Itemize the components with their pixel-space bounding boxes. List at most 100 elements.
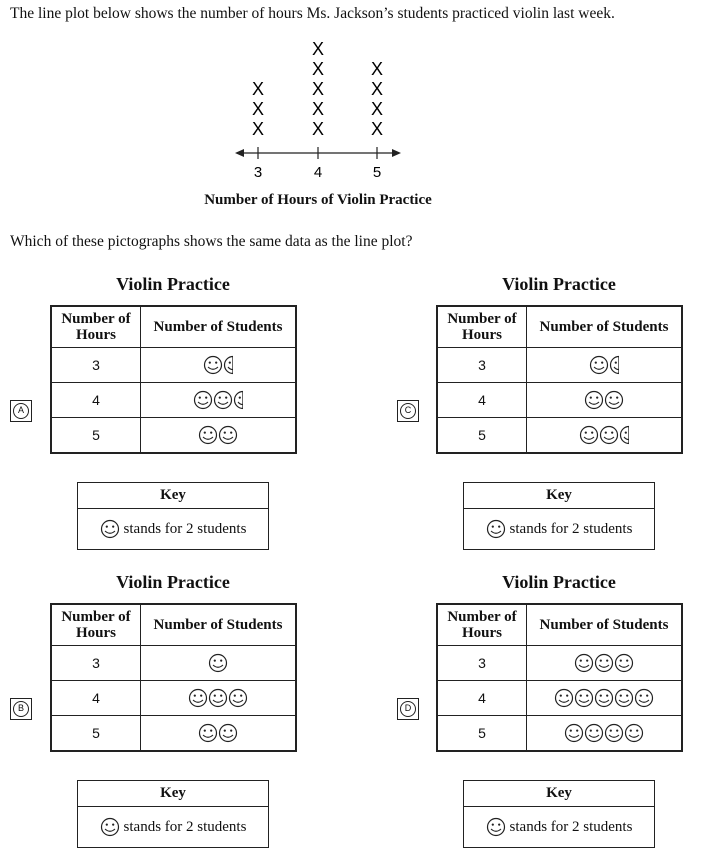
smiley-icon bbox=[218, 723, 238, 743]
table-row: 4 bbox=[50, 382, 297, 418]
hours-cell: 3 bbox=[436, 645, 527, 681]
tick-label: 3 bbox=[254, 164, 262, 181]
faces-cell bbox=[140, 417, 297, 454]
smiley-icon bbox=[594, 653, 614, 673]
key-title: Key bbox=[464, 483, 654, 509]
smiley-icon bbox=[584, 390, 604, 410]
option-letter: A bbox=[13, 403, 29, 419]
question-text: Which of these pictographs shows the sam… bbox=[10, 233, 413, 250]
option-letter: D bbox=[400, 701, 416, 717]
option-c-key: Key stands for 2 students bbox=[463, 482, 655, 550]
faces-cell bbox=[140, 715, 297, 752]
option-letter: C bbox=[400, 403, 416, 419]
smiley-icon bbox=[188, 688, 208, 708]
col-hours-header: Number of Hours bbox=[436, 305, 527, 348]
smiley-icon bbox=[208, 653, 228, 673]
faces-cell bbox=[526, 347, 683, 383]
smiley-icon bbox=[203, 355, 223, 375]
table-row: 3 bbox=[436, 645, 683, 681]
smiley-icon bbox=[208, 688, 228, 708]
key-text: stands for 2 students bbox=[123, 818, 247, 835]
smiley-icon bbox=[579, 425, 599, 445]
x-marker: X bbox=[252, 79, 264, 99]
key-text: stands for 2 students bbox=[509, 520, 633, 537]
option-b-key: Key stands for 2 students bbox=[77, 780, 269, 848]
smiley-icon bbox=[193, 390, 213, 410]
pictograph-table: Number of Hours Number of Students 3 4 5 bbox=[436, 603, 683, 752]
option-letter: B bbox=[13, 701, 29, 717]
x-marker: X bbox=[312, 59, 324, 79]
col-students-header: Number of Students bbox=[526, 603, 683, 646]
smiley-icon bbox=[604, 390, 624, 410]
table-row: 5 bbox=[436, 715, 683, 752]
option-a-key: Key stands for 2 students bbox=[77, 482, 269, 550]
smiley-icon bbox=[486, 817, 506, 837]
x-marker: X bbox=[252, 119, 264, 139]
smiley-icon bbox=[486, 519, 505, 539]
x-marker: X bbox=[312, 39, 324, 59]
hours-cell: 4 bbox=[50, 680, 141, 716]
option-c-button[interactable]: C bbox=[397, 400, 419, 422]
option-a-button[interactable]: A bbox=[10, 400, 32, 422]
smiley-icon bbox=[614, 653, 634, 673]
table-row: 4 bbox=[50, 680, 297, 716]
hours-cell: 3 bbox=[50, 347, 141, 383]
smiley-icon bbox=[599, 425, 619, 445]
smiley-icon bbox=[100, 817, 119, 837]
faces-cell bbox=[140, 680, 297, 716]
faces-cell bbox=[526, 645, 683, 681]
x-marker: X bbox=[371, 59, 383, 79]
hours-cell: 4 bbox=[50, 382, 141, 418]
table-row: 5 bbox=[436, 417, 683, 454]
option-d-button[interactable]: D bbox=[397, 698, 419, 720]
smiley-icon bbox=[614, 688, 634, 708]
x-marker: X bbox=[252, 99, 264, 119]
half-smiley-icon bbox=[223, 355, 234, 375]
pictograph-table: Number of Hours Number of Students 3 4 5 bbox=[436, 305, 683, 454]
x-marker: X bbox=[371, 99, 383, 119]
col-students-header: Number of Students bbox=[140, 603, 297, 646]
hours-cell: 5 bbox=[50, 715, 141, 752]
pictograph-title: Violin Practice bbox=[502, 274, 616, 294]
table-row: 4 bbox=[436, 382, 683, 418]
half-smiley-icon bbox=[619, 425, 630, 445]
col-hours-header: Number of Hours bbox=[436, 603, 527, 646]
smiley-icon bbox=[634, 688, 654, 708]
smiley-icon bbox=[564, 723, 584, 743]
hours-cell: 4 bbox=[436, 680, 527, 716]
option-c-pictograph: Violin Practice Number of Hours Number o… bbox=[436, 274, 683, 454]
col-students-header: Number of Students bbox=[526, 305, 683, 348]
smiley-icon bbox=[594, 688, 614, 708]
arrow-left-icon bbox=[235, 149, 244, 157]
x-marker: X bbox=[371, 119, 383, 139]
table-row: 5 bbox=[50, 417, 297, 454]
smiley-icon bbox=[624, 723, 644, 743]
col-hours-header: Number of Hours bbox=[50, 305, 141, 348]
option-a-pictograph: Violin Practice Number of Hours Number o… bbox=[50, 274, 297, 454]
smiley-icon bbox=[554, 688, 574, 708]
smiley-icon bbox=[100, 817, 120, 837]
x-marker: X bbox=[371, 79, 383, 99]
line-plot-xlabel: Number of Hours of Violin Practice bbox=[204, 192, 432, 208]
line-plot: 3XXX4XXXXX5XXXX bbox=[235, 39, 401, 181]
smiley-icon bbox=[574, 653, 594, 673]
faces-cell bbox=[526, 382, 683, 418]
faces-cell bbox=[526, 417, 683, 454]
tick-label: 5 bbox=[373, 164, 381, 181]
pictograph-title: Violin Practice bbox=[116, 572, 230, 592]
option-d-pictograph: Violin Practice Number of Hours Number o… bbox=[436, 572, 683, 752]
faces-cell bbox=[526, 680, 683, 716]
option-b-button[interactable]: B bbox=[10, 698, 32, 720]
key-title: Key bbox=[78, 483, 268, 509]
question-stem: The line plot below shows the number of … bbox=[10, 5, 615, 22]
option-d-key: Key stands for 2 students bbox=[463, 780, 655, 848]
faces-cell bbox=[140, 347, 297, 383]
tick-label: 4 bbox=[314, 164, 322, 181]
pictograph-table: Number of Hours Number of Students 3 4 5 bbox=[50, 305, 297, 454]
table-row: 3 bbox=[50, 347, 297, 383]
key-text: stands for 2 students bbox=[123, 520, 247, 537]
hours-cell: 5 bbox=[50, 417, 141, 454]
smiley-icon bbox=[100, 519, 119, 539]
smiley-icon bbox=[213, 390, 233, 410]
hours-cell: 4 bbox=[436, 382, 527, 418]
